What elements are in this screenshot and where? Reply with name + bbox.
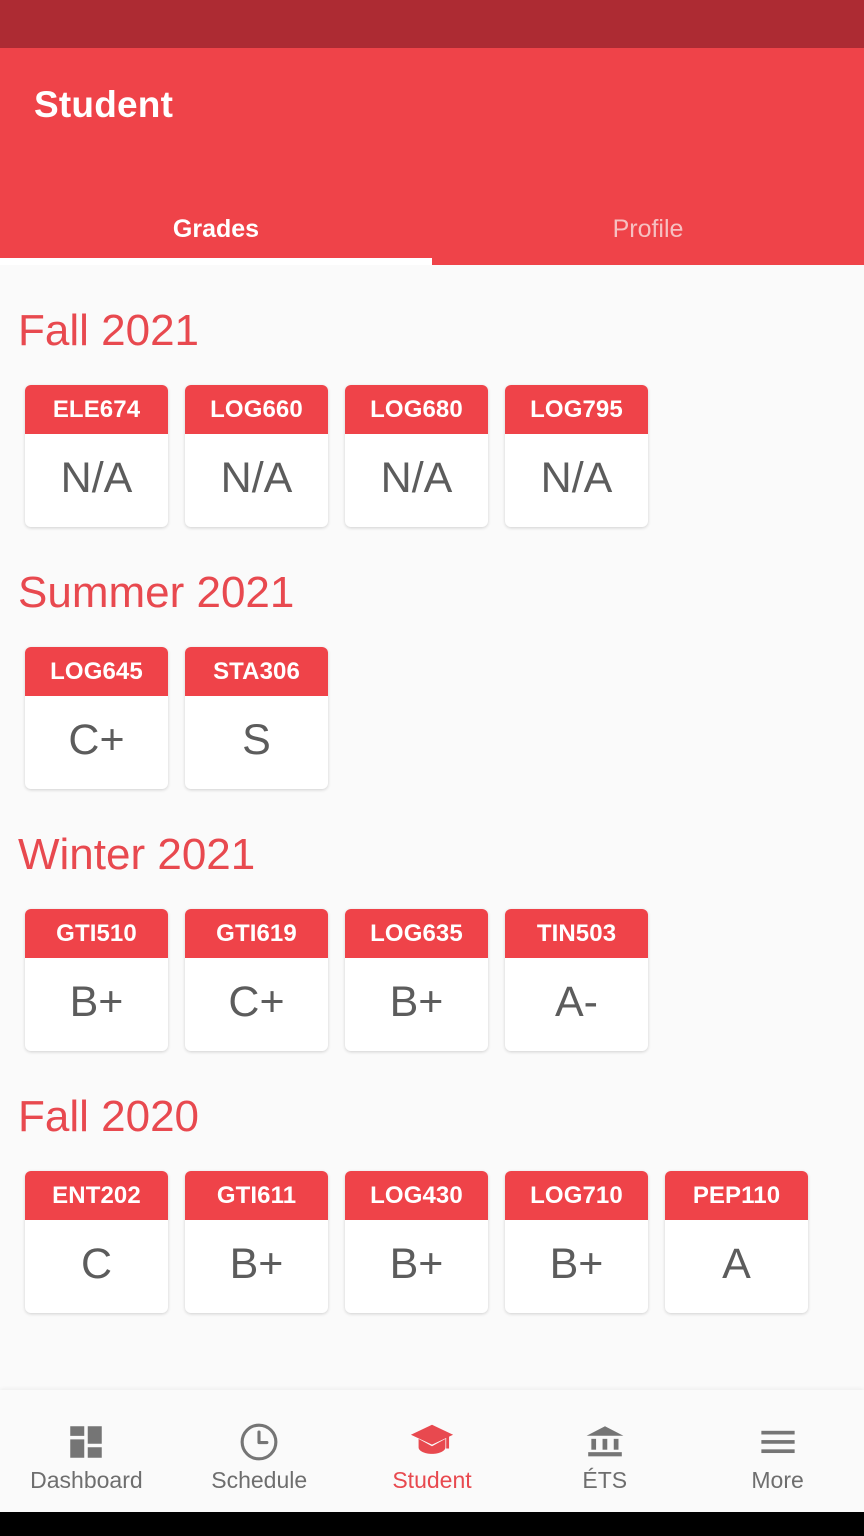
app-bar: Student Grades Profile (0, 48, 864, 265)
course-grade: B+ (549, 1240, 604, 1288)
nav-item-student-label: Student (392, 1466, 472, 1493)
clock-icon (237, 1419, 281, 1465)
course-card[interactable]: LOG430 B+ (345, 1171, 488, 1313)
course-code: TIN503 (505, 909, 648, 958)
hamburger-menu-icon (757, 1419, 799, 1465)
course-grade: A (722, 1240, 751, 1288)
course-card[interactable]: ENT202 C (25, 1171, 168, 1313)
course-code: LOG430 (345, 1171, 488, 1220)
course-code: PEP110 (665, 1171, 808, 1220)
course-card[interactable]: GTI611 B+ (185, 1171, 328, 1313)
course-code: STA306 (185, 647, 328, 696)
term-section: Summer 2021 LOG645 C+ STA306 S (0, 571, 864, 789)
course-code: GTI619 (185, 909, 328, 958)
course-grade: N/A (540, 454, 613, 502)
course-code: LOG635 (345, 909, 488, 958)
tab-grades-label: Grades (172, 214, 260, 243)
course-grade: C+ (68, 716, 125, 764)
nav-item-more[interactable]: More (691, 1390, 864, 1512)
course-card[interactable]: PEP110 A (665, 1171, 808, 1313)
nav-item-more-label: More (751, 1466, 804, 1493)
status-bar (0, 0, 864, 48)
student-grades-screen: Student Grades Profile Fall 2021 ELE674 N/… (0, 0, 864, 1536)
course-grade: S (242, 716, 271, 764)
course-card[interactable]: STA306 S (185, 647, 328, 789)
course-card[interactable]: GTI619 C+ (185, 909, 328, 1051)
tab-grades[interactable]: Grades (0, 193, 432, 265)
nav-item-dashboard[interactable]: Dashboard (0, 1390, 173, 1512)
course-grade: N/A (380, 454, 453, 502)
term-section: Winter 2021 GTI510 B+ GTI619 C+ LOG635 B+ TIN50… (0, 833, 864, 1051)
course-code: GTI611 (185, 1171, 328, 1220)
course-card-row: GTI510 B+ GTI619 C+ LOG635 B+ TIN503 A- (0, 909, 864, 1051)
course-card-row: ENT202 C GTI611 B+ LOG430 B+ LOG710 B+ PEP110 A (0, 1171, 864, 1313)
term-title: Winter 2021 (18, 830, 256, 879)
course-grade: B+ (389, 978, 444, 1026)
term-section: Fall 2020 ENT202 C GTI611 B+ LOG430 B+ LOG710 B+… (0, 1095, 864, 1313)
tab-active-indicator (0, 258, 432, 265)
course-card-row: LOG645 C+ STA306 S (0, 647, 864, 789)
course-card[interactable]: LOG680 N/A (345, 385, 488, 527)
nav-item-ets[interactable]: ÉTS (518, 1390, 691, 1512)
course-code: LOG680 (345, 385, 488, 434)
course-card-row: ELE674 N/A LOG660 N/A LOG680 N/A LOG795 N/A (0, 385, 864, 527)
tab-bar: Grades Profile (0, 193, 864, 265)
course-code: LOG795 (505, 385, 648, 434)
terms-list: Fall 2021 ELE674 N/A LOG660 N/A LOG680 N/A LOG7… (0, 309, 864, 1313)
graduation-cap-icon (409, 1419, 455, 1465)
course-grade: B+ (69, 978, 124, 1026)
course-card[interactable]: LOG635 B+ (345, 909, 488, 1051)
course-grade: N/A (220, 454, 293, 502)
course-card[interactable]: TIN503 A- (505, 909, 648, 1051)
course-grade: N/A (60, 454, 133, 502)
term-title: Summer 2021 (18, 568, 295, 617)
course-code: LOG660 (185, 385, 328, 434)
course-grade: C (80, 1240, 113, 1288)
course-code: ENT202 (25, 1171, 168, 1220)
nav-item-dashboard-label: Dashboard (30, 1466, 143, 1493)
nav-item-schedule[interactable]: Schedule (173, 1390, 346, 1512)
term-title: Fall 2020 (18, 1092, 200, 1141)
course-card[interactable]: LOG645 C+ (25, 647, 168, 789)
dashboard-grid-icon (65, 1419, 107, 1465)
tab-profile[interactable]: Profile (432, 193, 864, 265)
nav-item-schedule-label: Schedule (211, 1466, 308, 1493)
course-grade: B+ (229, 1240, 284, 1288)
nav-item-ets-label: ÉTS (582, 1466, 628, 1493)
course-code: ELE674 (25, 385, 168, 434)
course-card[interactable]: GTI510 B+ (25, 909, 168, 1051)
grades-scroll-area[interactable]: Fall 2021 ELE674 N/A LOG660 N/A LOG680 N/A LOG7… (0, 265, 864, 1390)
tab-profile-label: Profile (612, 214, 684, 243)
course-grade: A- (555, 978, 598, 1026)
course-code: GTI510 (25, 909, 168, 958)
course-card[interactable]: LOG710 B+ (505, 1171, 648, 1313)
term-section: Fall 2021 ELE674 N/A LOG660 N/A LOG680 N/A LOG7… (0, 309, 864, 527)
term-title: Fall 2021 (18, 306, 200, 355)
course-card[interactable]: LOG795 N/A (505, 385, 648, 527)
bottom-navigation-bar: Dashboard Schedule Student ÉTS More (0, 1390, 864, 1512)
page-title: Student (34, 84, 174, 125)
nav-item-student[interactable]: Student (346, 1390, 519, 1512)
course-grade: B+ (389, 1240, 444, 1288)
course-card[interactable]: LOG660 N/A (185, 385, 328, 527)
system-navigation-bar (0, 1512, 864, 1536)
bank-columns-icon (584, 1419, 626, 1465)
course-card[interactable]: ELE674 N/A (25, 385, 168, 527)
course-code: LOG645 (25, 647, 168, 696)
course-code: LOG710 (505, 1171, 648, 1220)
course-grade: C+ (228, 978, 285, 1026)
